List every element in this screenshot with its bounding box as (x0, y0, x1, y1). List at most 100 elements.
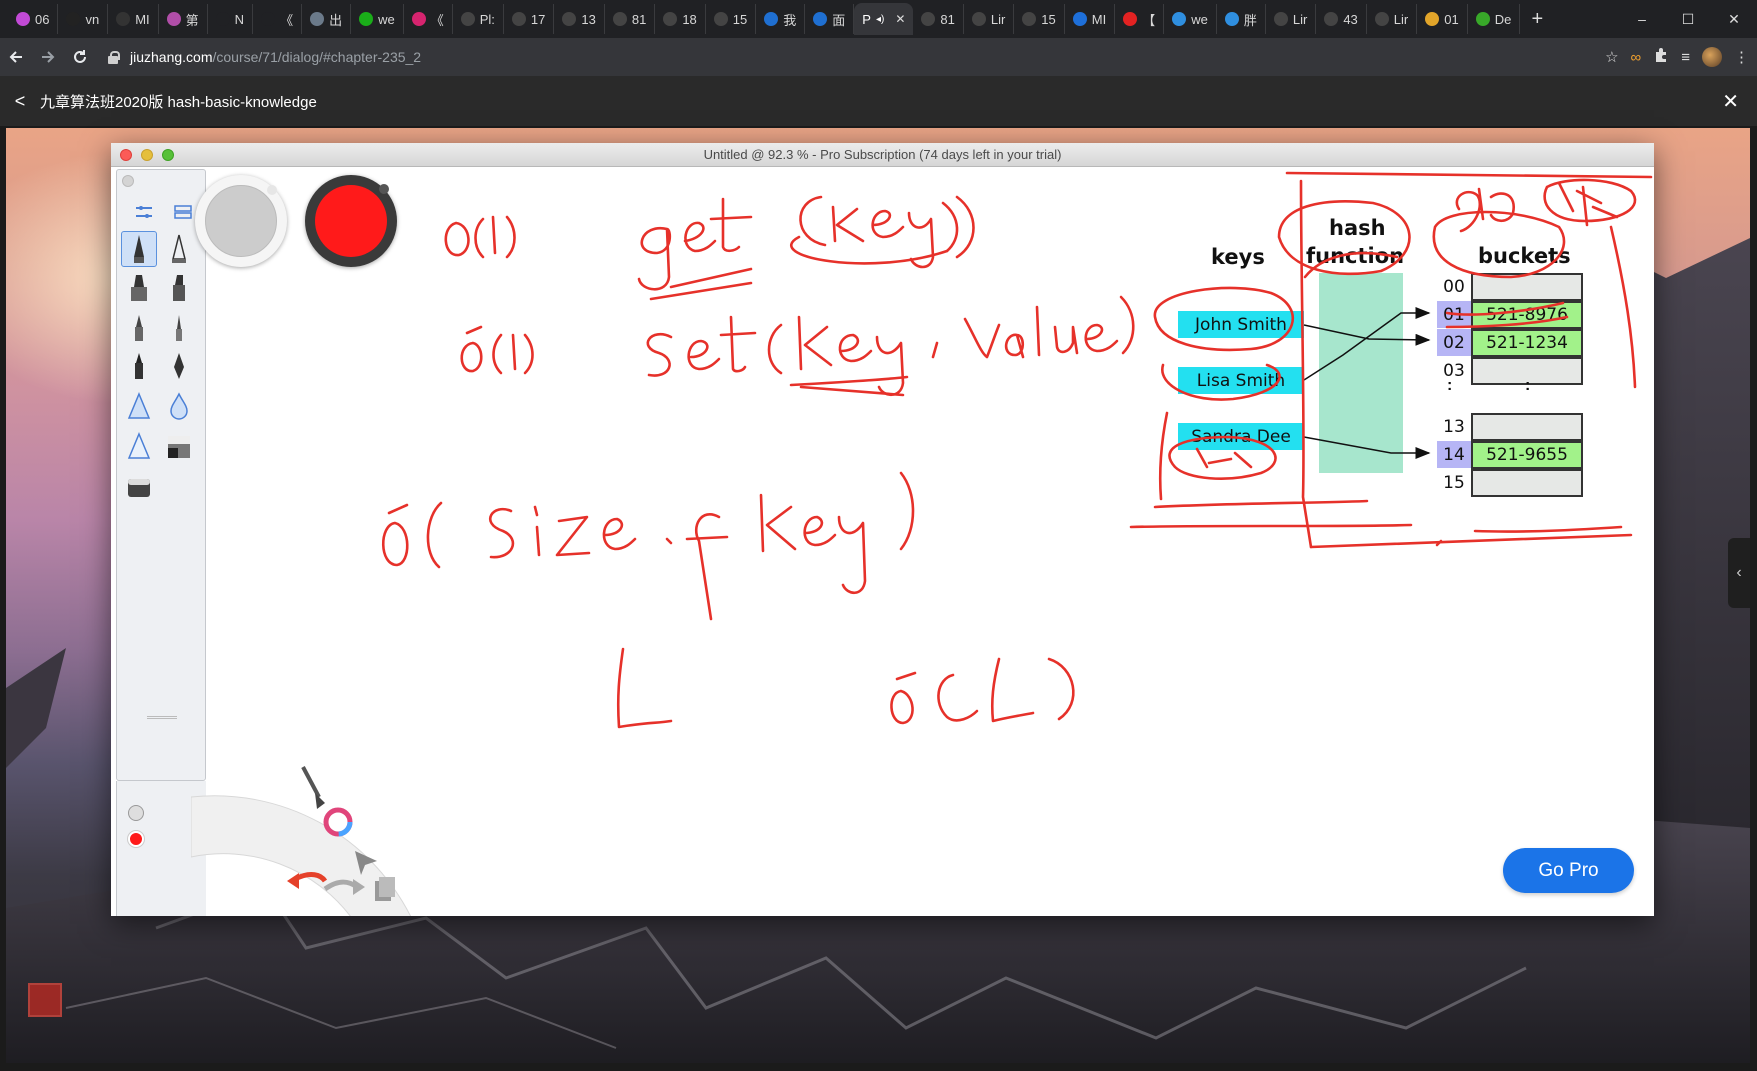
browser-tab[interactable]: 胖 (1217, 4, 1266, 34)
palette-pin[interactable] (122, 175, 134, 187)
key-lisa-smith: Lisa Smith (1178, 367, 1304, 394)
go-pro-button[interactable]: Go Pro (1503, 848, 1634, 893)
browser-tab[interactable]: Lir (964, 4, 1015, 34)
tab-label: 81 (631, 11, 647, 27)
tab-label: 17 (530, 11, 546, 27)
favicon-icon (1072, 12, 1087, 26)
browser-tab[interactable]: 《 (253, 4, 303, 34)
close-icon[interactable]: ✕ (1722, 89, 1739, 114)
eraser-tool-icon[interactable] (121, 468, 157, 504)
bucket-index: 15 (1443, 472, 1465, 493)
index-ellipsis: : (1447, 377, 1453, 394)
ink-pen-icon[interactable] (121, 348, 157, 384)
browser-tab[interactable]: 81 (605, 4, 656, 34)
avatar[interactable] (1702, 47, 1722, 67)
tab-label: 《 (430, 12, 444, 28)
browser-tab[interactable]: we (351, 4, 404, 34)
favicon-icon (1374, 12, 1389, 26)
back-chevron-icon[interactable]: < (0, 91, 40, 112)
secondary-color-puck[interactable] (195, 175, 287, 267)
side-panel-toggle[interactable]: ‹ (1728, 538, 1750, 608)
reload-icon[interactable] (64, 41, 96, 73)
browser-tab[interactable]: 【 (1115, 4, 1165, 34)
close-tab-icon[interactable]: ✕ (895, 12, 905, 26)
drawing-app-window: Untitled @ 92.3 % - Pro Subscription (74… (111, 143, 1654, 916)
browser-tab[interactable]: 81 (913, 4, 964, 34)
blender-drop-icon[interactable] (161, 388, 197, 424)
browser-tab[interactable]: MI (108, 4, 159, 34)
forward-arrow-icon[interactable] (32, 41, 64, 73)
favicon-icon (166, 12, 181, 26)
primary-color-puck[interactable] (305, 175, 397, 267)
url-host: jiuzhang.com (130, 49, 213, 65)
tab-label: 胖 (1243, 12, 1257, 28)
minimize-window-dot[interactable] (141, 149, 153, 161)
browser-tab[interactable]: 出 (302, 4, 352, 34)
maximize-button[interactable]: ☐ (1665, 0, 1711, 38)
browser-tab[interactable]: De (1468, 4, 1521, 34)
tab-label: 43 (1343, 11, 1358, 27)
keys-header: keys (1211, 245, 1265, 269)
pencil-tool-icon[interactable] (121, 231, 157, 267)
fill-triangle-icon[interactable] (121, 428, 157, 464)
extension-loop-icon[interactable]: ∞ (1631, 49, 1642, 66)
puzzle-icon[interactable] (1653, 47, 1669, 67)
favicon-icon (460, 12, 475, 26)
bucket-cell: 521-9655 (1471, 441, 1583, 469)
browser-tab[interactable]: 15 (706, 4, 757, 34)
browser-tab[interactable]: 43 (1316, 4, 1367, 34)
brush-tool-icon[interactable] (121, 310, 157, 346)
airbrush-icon[interactable] (121, 388, 157, 424)
browser-tab[interactable]: 第 (159, 4, 208, 34)
technical-pen-icon[interactable] (161, 231, 197, 267)
browser-tab[interactable]: 13 (554, 4, 605, 34)
new-tab-button[interactable]: + (1520, 4, 1554, 34)
browser-tab[interactable]: we (1164, 4, 1217, 34)
palette-grip[interactable] (147, 716, 177, 719)
color-wheel-icon[interactable] (323, 807, 353, 837)
more-menu-icon[interactable]: ⋮ (1734, 48, 1749, 66)
fountain-pen-icon[interactable] (161, 348, 197, 384)
browser-tab[interactable]: 面 (805, 4, 855, 34)
hash-function-column (1319, 273, 1403, 473)
tab-label: vn (85, 11, 100, 27)
star-icon[interactable]: ☆ (1605, 48, 1618, 66)
address-bar[interactable]: jiuzhang.com/course/71/dialog/#chapter-2… (106, 42, 1506, 72)
tab-label: Lir (1393, 11, 1409, 27)
active-browser-tab[interactable]: P ◂) ✕ (854, 3, 914, 35)
zoom-window-dot[interactable] (162, 149, 174, 161)
browser-tab[interactable]: Pl: (453, 4, 504, 34)
minimize-button[interactable]: – (1619, 0, 1665, 38)
back-arrow-icon[interactable] (0, 41, 32, 73)
browser-tab[interactable]: 17 (504, 4, 555, 34)
browser-tab[interactable]: 我 (756, 4, 806, 34)
smudge-brush-icon[interactable] (301, 766, 325, 809)
brush-size-icon[interactable] (128, 805, 144, 821)
tab-label: De (1494, 11, 1512, 27)
browser-tab[interactable]: 18 (655, 4, 706, 34)
browser-tab[interactable]: vn (58, 4, 109, 34)
favicon-icon (215, 12, 230, 26)
favicon-icon (261, 12, 276, 26)
browser-tab[interactable]: Lir (1367, 4, 1418, 34)
browser-tab[interactable]: N (208, 4, 254, 34)
favicon-icon (66, 12, 81, 26)
browser-tab[interactable]: 01 (1417, 4, 1468, 34)
close-window-button[interactable]: ✕ (1711, 0, 1757, 38)
browser-tab[interactable]: 06 (8, 4, 59, 34)
browser-tab[interactable]: MI (1065, 4, 1116, 34)
eraser-block-icon[interactable] (161, 428, 197, 464)
current-color-swatch[interactable] (128, 831, 144, 847)
browser-tab[interactable]: 《 (404, 4, 453, 34)
tab-label: 我 (783, 12, 797, 28)
fine-brush-icon[interactable] (161, 310, 197, 346)
close-window-dot[interactable] (120, 149, 132, 161)
audio-icon[interactable]: ◂) (876, 14, 884, 25)
marker-tool-icon[interactable] (121, 270, 157, 306)
browser-tab[interactable]: Lir (1266, 4, 1317, 34)
reading-list-icon[interactable]: ≡ (1681, 49, 1690, 66)
sliders-icon[interactable] (126, 194, 162, 230)
drawing-canvas[interactable]: keys hash function buckets John Smith Li… (111, 167, 1654, 916)
chisel-marker-icon[interactable] (161, 270, 197, 306)
browser-tab[interactable]: 15 (1014, 4, 1065, 34)
